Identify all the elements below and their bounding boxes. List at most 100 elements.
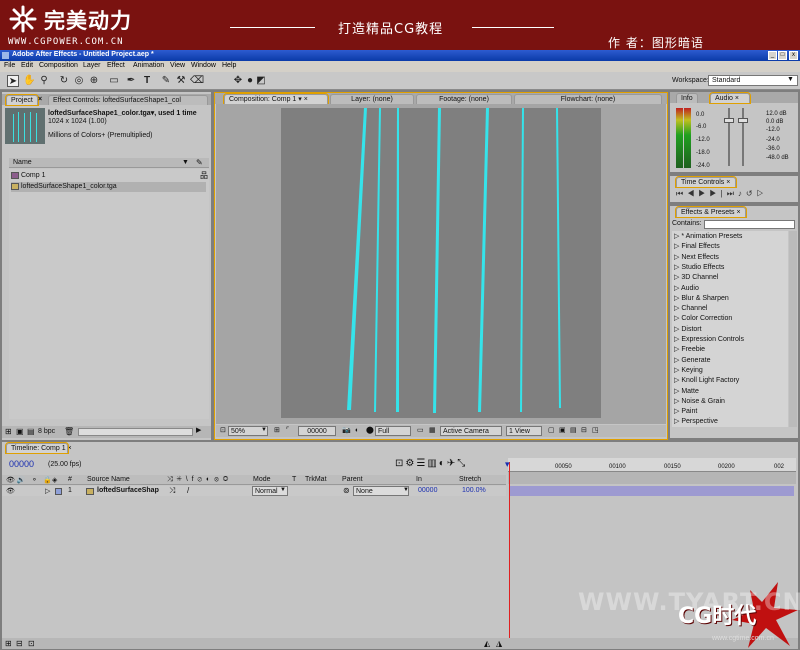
tab-time-controls[interactable]: Time Controls × — [675, 176, 737, 188]
slider-handle[interactable] — [724, 118, 734, 123]
timeline-current-time[interactable]: 00000 — [9, 459, 34, 469]
current-time-indicator[interactable] — [509, 462, 510, 644]
parent-select[interactable]: None — [353, 486, 409, 496]
menu-edit[interactable]: Edit — [21, 62, 33, 69]
maximize-button[interactable]: □ — [778, 51, 787, 60]
safe-zones-icon[interactable]: ⊞ — [272, 426, 282, 436]
vertical-scrollbar[interactable] — [789, 231, 797, 427]
minimize-button[interactable]: _ — [768, 51, 777, 60]
index-column[interactable]: # — [68, 476, 72, 483]
menu-help[interactable]: Help — [222, 62, 236, 69]
hide-shy-icon[interactable]: ☰ — [416, 458, 427, 469]
tab-audio[interactable]: Audio × — [709, 92, 751, 104]
effect-category[interactable]: ▷ Perspective — [674, 417, 786, 427]
mode-column[interactable]: Mode — [253, 476, 271, 483]
expand-triangle-icon[interactable]: ▷ — [674, 285, 681, 292]
mask-tool-icon[interactable]: ▭ — [108, 75, 120, 87]
interpret-footage-icon[interactable]: ⊞ — [5, 427, 12, 436]
transparency-grid-icon[interactable]: ▦ — [427, 426, 438, 436]
playhead-handle-icon[interactable]: ▾ — [505, 459, 510, 470]
composition-canvas[interactable] — [281, 108, 601, 418]
layer-name[interactable]: loftedSurfaceShap — [97, 487, 159, 494]
effect-category[interactable]: ▷ Knoll Light Factory — [674, 376, 786, 386]
prev-frame-icon[interactable]: ◀ — [687, 189, 698, 198]
toggle-pixel-icon[interactable]: ▢ — [546, 426, 557, 436]
always-preview-icon[interactable]: ⊡ — [218, 426, 228, 436]
exposure-icon[interactable]: ◳ — [590, 426, 601, 436]
effect-category[interactable]: ▷ Expression Controls — [674, 335, 786, 345]
twirl-icon[interactable]: ▷ — [45, 487, 50, 495]
draft-3d-icon[interactable]: ⚙ — [405, 458, 416, 469]
layer-stretch[interactable]: 100.0% — [462, 487, 486, 494]
effect-category[interactable]: ▷ Matte — [674, 387, 786, 397]
close-icon[interactable]: × — [304, 96, 308, 103]
fast-previews-icon[interactable]: ▣ — [557, 426, 568, 436]
contains-input[interactable] — [704, 220, 795, 229]
name-column-header[interactable]: Name — [13, 159, 32, 166]
menu-window[interactable]: Window — [191, 62, 216, 69]
camera-select[interactable]: Active Camera — [440, 426, 502, 436]
menu-layer[interactable]: Layer — [83, 62, 101, 69]
effect-category[interactable]: ▷ Audio — [674, 284, 786, 294]
show-snapshot-icon[interactable]: ◐ — [353, 426, 361, 436]
graph-editor-icon[interactable]: ⤡ — [457, 458, 467, 469]
in-column[interactable]: In — [416, 476, 422, 483]
tab-timeline[interactable]: Timeline: Comp 1 × — [5, 442, 72, 454]
slider-handle[interactable] — [738, 118, 748, 123]
close-icon[interactable]: × — [735, 95, 739, 102]
trkmat-column[interactable]: TrkMat — [305, 476, 327, 483]
parent-column[interactable]: Parent — [342, 476, 363, 483]
tab-layer[interactable]: Layer: (none) — [330, 94, 414, 104]
close-icon[interactable]: × — [68, 445, 72, 452]
audio-icon[interactable]: ♪ — [738, 189, 746, 198]
effect-category[interactable]: ▷ Channel — [674, 304, 786, 314]
project-bpc[interactable]: 8 bpc — [38, 428, 55, 435]
effect-category[interactable]: ▷ Studio Effects — [674, 263, 786, 273]
playback-controls[interactable]: ⏮◀▶▶|⏭♪↺▷ — [676, 189, 768, 199]
new-comp-icon[interactable]: ▤ — [27, 427, 35, 436]
eye-icon[interactable]: 👁 — [6, 487, 15, 495]
timeline-icon[interactable]: ▤ — [568, 426, 579, 436]
quality-switch-icon[interactable]: / — [187, 486, 189, 495]
brush-tool-icon[interactable]: ✎ — [160, 75, 172, 87]
effect-category[interactable]: ▷ Paint — [674, 407, 786, 417]
effect-category[interactable]: ▷ Freebie — [674, 345, 786, 355]
list-item[interactable]: loftedSurfaceShape1_color.tga — [11, 182, 206, 192]
flowchart-icon[interactable]: ⊟ — [579, 426, 589, 436]
mask-view-icon[interactable]: ⌜ — [284, 426, 291, 436]
new-folder-icon[interactable]: ▣ — [16, 427, 24, 436]
tab-composition[interactable]: Composition: Comp 1 ▾ × — [223, 93, 329, 105]
close-icon[interactable]: × — [38, 96, 42, 103]
tab-project[interactable]: Project — [5, 94, 39, 106]
close-icon[interactable]: × — [737, 209, 741, 216]
tab-flowchart[interactable]: Flowchart: (none) — [514, 94, 662, 104]
list-item[interactable]: Comp 1 — [11, 171, 206, 181]
tab-effect-controls[interactable]: Effect Controls: loftedSurfaceShape1_col — [48, 95, 208, 105]
effect-category[interactable]: ▷ 3D Channel — [674, 273, 786, 283]
tab-info[interactable]: Info — [676, 93, 698, 103]
menu-effect[interactable]: Effect — [107, 62, 125, 69]
t-column[interactable]: T — [292, 476, 296, 483]
chevron-down-icon[interactable]: ▼ — [182, 159, 189, 166]
rotation-tool-icon[interactable]: ↻ — [58, 75, 70, 87]
hand-tool-icon[interactable]: ✋ — [23, 75, 35, 87]
label-color-swatch[interactable] — [55, 488, 62, 495]
effect-category[interactable]: ▷ Keying — [674, 366, 786, 376]
effect-category[interactable]: ▷ Next Effects — [674, 253, 786, 263]
trash-icon[interactable]: 🗑 — [64, 427, 74, 436]
view-axis-icon[interactable]: ◩ — [255, 75, 267, 87]
pen-tool-icon[interactable]: ✒ — [125, 75, 137, 87]
menu-composition[interactable]: Composition — [39, 62, 78, 69]
last-frame-icon[interactable]: ⏭ — [727, 189, 738, 198]
effect-category[interactable]: ▷ Blur & Sharpen — [674, 294, 786, 304]
work-area-bar[interactable] — [508, 472, 796, 484]
collapse-icon[interactable]: ⊟ — [16, 639, 23, 648]
snapshot-icon[interactable]: 📷 — [340, 426, 353, 436]
clone-stamp-icon[interactable]: ⚒ — [175, 75, 187, 87]
time-ruler[interactable] — [508, 458, 796, 472]
loop-icon[interactable]: ↺ — [746, 189, 757, 198]
label-column-icon[interactable]: ✎ — [196, 158, 203, 167]
close-button[interactable]: x — [789, 51, 798, 60]
expand-icon[interactable]: ⊞ — [5, 639, 12, 648]
motion-blur-icon[interactable]: ◐ — [439, 458, 447, 469]
